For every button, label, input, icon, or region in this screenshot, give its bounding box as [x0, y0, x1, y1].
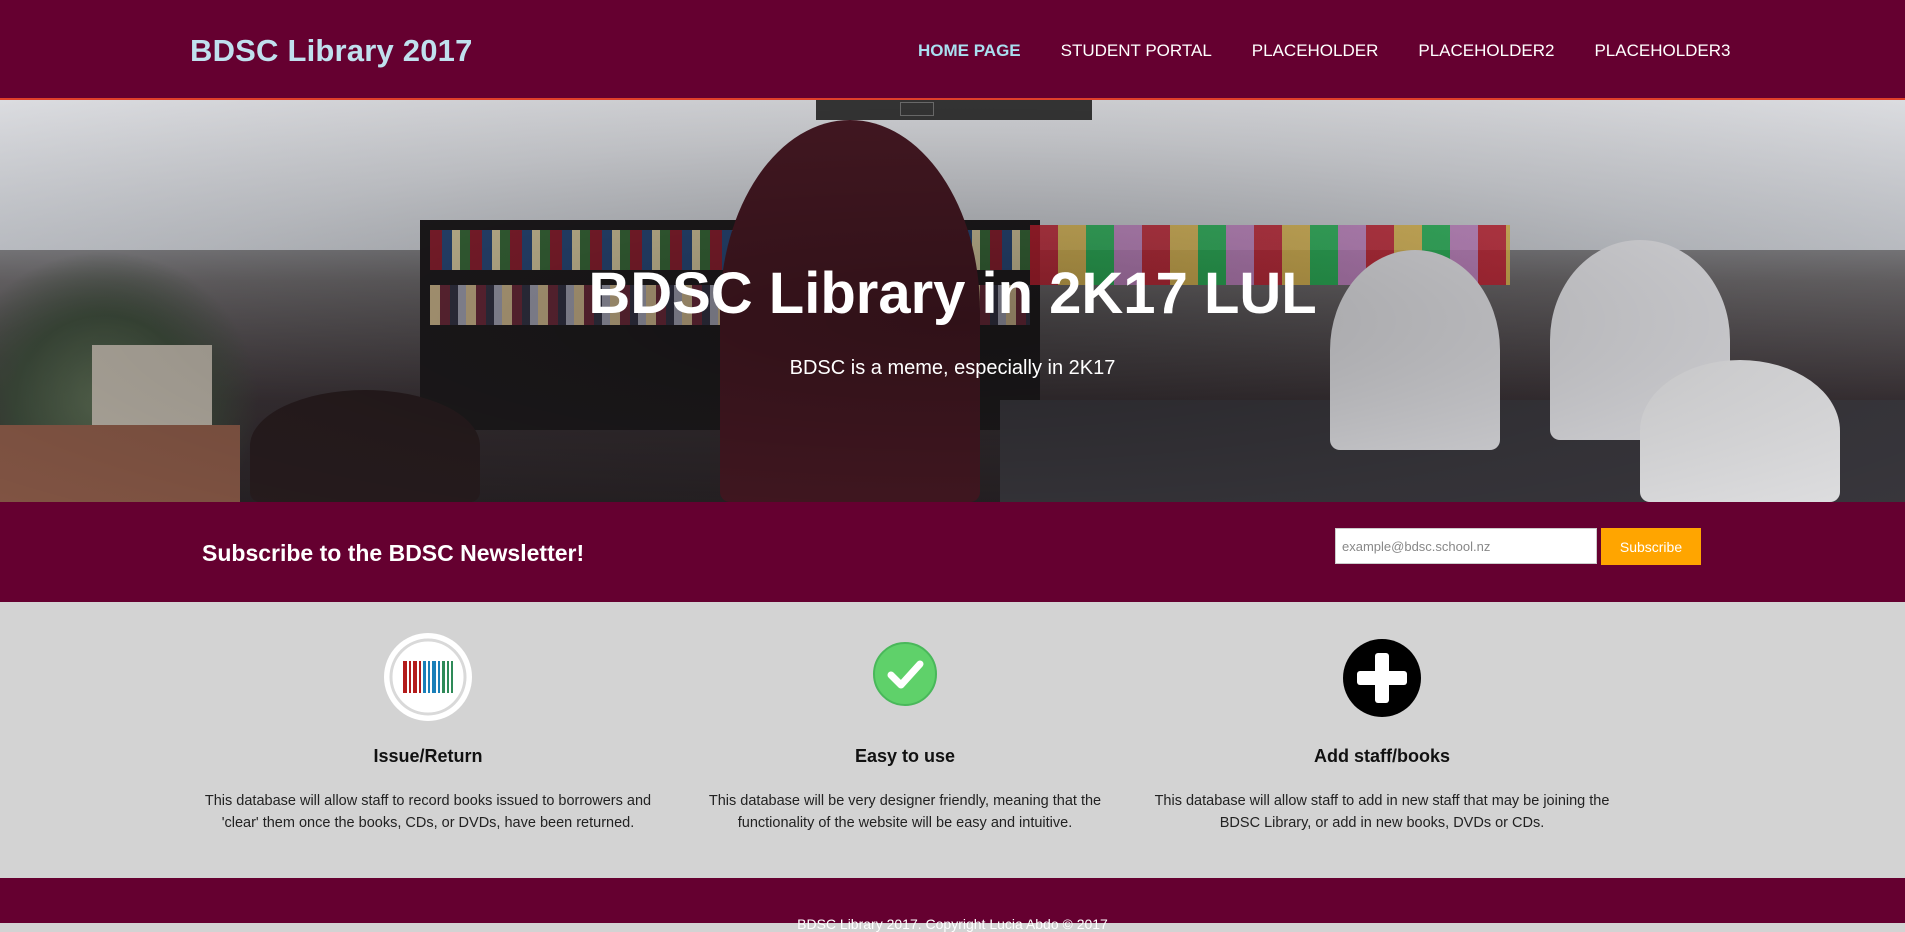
site-footer: BDSC Library 2017. Copyright Lucia Abdo … — [0, 878, 1905, 932]
feature-description: This database will allow staff to record… — [204, 793, 652, 831]
site-header: BDSC Library 2017 HOME PAGE STUDENT PORT… — [0, 0, 1905, 100]
checkmark-icon — [873, 642, 937, 711]
hero-subtitle: BDSC is a meme, especially in 2K17 — [789, 357, 1116, 379]
footer-copyright: BDSC Library 2017. Copyright Lucia Abdo … — [797, 916, 1108, 932]
feature-description: This database will be very designer frie… — [708, 793, 1102, 831]
nav-placeholder3[interactable]: PLACEHOLDER3 — [1594, 41, 1730, 61]
nav-placeholder[interactable]: PLACEHOLDER — [1252, 41, 1379, 61]
hero-banner: BDSC Library in 2K17 LUL BDSC is a meme,… — [0, 100, 1905, 502]
subscribe-button[interactable]: Subscribe — [1601, 528, 1701, 565]
feature-title: Add staff/books — [1313, 746, 1450, 766]
newsletter-section: Subscribe to the BDSC Newsletter! Subscr… — [0, 502, 1905, 602]
feature-title: Issue/Return — [373, 746, 483, 766]
main-nav: HOME PAGE STUDENT PORTAL PLACEHOLDER PLA… — [918, 41, 1771, 61]
hero-title: BDSC Library in 2K17 LUL — [588, 261, 1317, 326]
nav-home-page[interactable]: HOME PAGE — [918, 41, 1021, 61]
plus-icon — [1342, 638, 1422, 723]
newsletter-title: Subscribe to the BDSC Newsletter! — [202, 540, 585, 566]
feature-title: Easy to use — [854, 746, 956, 766]
site-brand[interactable]: BDSC Library 2017 — [190, 33, 473, 69]
features-section: Issue/Return This database will allow st… — [0, 602, 1905, 878]
nav-placeholder2[interactable]: PLACEHOLDER2 — [1418, 41, 1554, 61]
barcode-icon — [383, 632, 473, 727]
newsletter-email-input[interactable] — [1335, 528, 1597, 564]
feature-description: This database will allow staff to add in… — [1154, 793, 1610, 831]
nav-student-portal[interactable]: STUDENT PORTAL — [1061, 41, 1212, 61]
